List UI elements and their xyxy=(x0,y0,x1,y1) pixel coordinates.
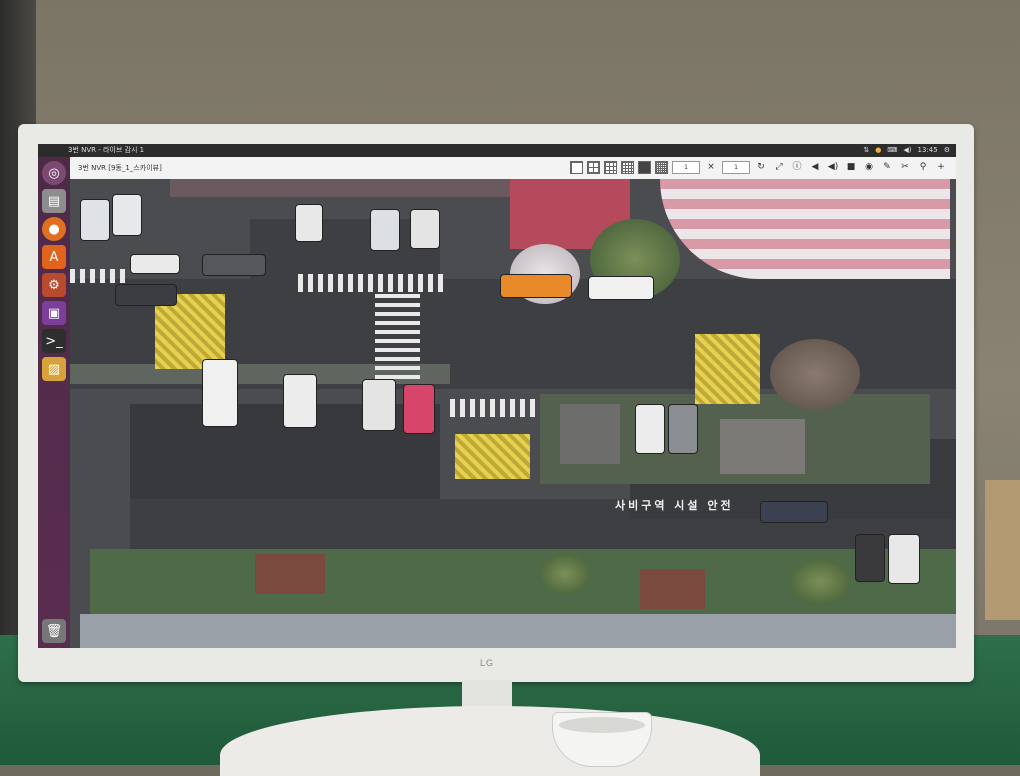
car xyxy=(112,194,142,236)
crosswalk-left xyxy=(70,269,130,283)
chrome-icon[interactable]: ● xyxy=(875,144,881,157)
clock[interactable]: 13:45 xyxy=(918,144,938,157)
tree xyxy=(770,339,860,409)
cardboard-box xyxy=(985,480,1020,620)
image-viewer-icon[interactable]: ▨ xyxy=(42,357,66,381)
taxi xyxy=(500,274,572,298)
roof-left xyxy=(255,554,325,594)
ubuntu-dash-icon[interactable]: ◎ xyxy=(42,161,66,185)
terminal-icon[interactable]: >_ xyxy=(42,329,66,353)
layout-4x4-icon[interactable] xyxy=(621,160,634,174)
add-icon[interactable]: + xyxy=(934,160,948,174)
os-top-bar: 3번 NVR - 라이브 감시 1 ⇅ ● ⌨ ◀) 13:45 ⚙ xyxy=(38,144,956,157)
bottom-buildings xyxy=(80,614,956,648)
app-icon[interactable]: ▣ xyxy=(42,301,66,325)
camera-feed[interactable]: 사비구역 시설 안전 xyxy=(70,179,956,648)
gear-icon[interactable]: ⚙ xyxy=(944,144,950,157)
yellow-zone-center xyxy=(455,434,530,479)
tree xyxy=(790,559,850,604)
launcher-sidebar: ◎ ▤ ● A ⚙ ▣ >_ ▨ 🗑 xyxy=(38,157,70,648)
snapshot-icon[interactable]: ◉ xyxy=(862,160,876,174)
software-center-icon[interactable]: A xyxy=(42,245,66,269)
crosswalk-top xyxy=(298,274,448,292)
network-icon[interactable]: ⇅ xyxy=(863,144,869,157)
layout-grid-icon[interactable] xyxy=(655,160,668,174)
car xyxy=(283,374,317,428)
car xyxy=(362,379,396,431)
car xyxy=(403,384,435,434)
car xyxy=(888,534,920,584)
settings-tool-icon[interactable]: ✂ xyxy=(898,160,912,174)
layout-2x2-icon[interactable] xyxy=(587,160,600,174)
storefront-strip xyxy=(170,179,520,197)
keyboard-icon[interactable]: ⌨ xyxy=(887,144,897,157)
car xyxy=(588,276,654,300)
system-tray: ⇅ ● ⌨ ◀) 13:45 ⚙ xyxy=(863,144,950,157)
ptz-icon[interactable]: ✎ xyxy=(880,160,894,174)
car xyxy=(130,254,180,274)
car xyxy=(370,209,400,251)
layout-custom-icon[interactable] xyxy=(638,160,651,174)
car xyxy=(668,404,698,454)
car xyxy=(760,501,828,523)
car xyxy=(80,199,110,241)
files-icon[interactable]: ▤ xyxy=(42,189,66,213)
road-marking-text: 사비구역 시설 안전 xyxy=(615,499,734,512)
truck xyxy=(202,359,238,427)
monitor-brand-logo: LG xyxy=(480,658,495,668)
layout-3x3-icon[interactable] xyxy=(604,160,617,174)
trash-icon[interactable]: 🗑 xyxy=(42,619,66,643)
crosswalk-vertical xyxy=(375,294,420,379)
audio-icon[interactable]: ◀ xyxy=(808,160,822,174)
settings-icon[interactable]: ⚙ xyxy=(42,273,66,297)
roof-right xyxy=(640,569,705,609)
fullscreen-icon[interactable]: ⤢ xyxy=(772,160,786,174)
yellow-zone-right xyxy=(695,334,760,404)
striped-dome-building xyxy=(660,179,950,279)
car xyxy=(202,254,266,276)
layout-separator: × xyxy=(707,162,715,172)
tree xyxy=(540,554,590,594)
volume-icon[interactable]: ◀) xyxy=(903,144,911,157)
window-title: 3번 NVR - 라이브 감시 1 xyxy=(68,146,145,154)
nvr-toolbar: 3번 NVR [9동_1_스카이뷰] 1 × 1 ↻ ⤢ ⓘ ◀ ◀) ■ ◉ … xyxy=(70,157,956,180)
car xyxy=(855,534,885,582)
refresh-icon[interactable]: ↻ xyxy=(754,160,768,174)
camera-title: 3번 NVR [9동_1_스카이뷰] xyxy=(78,164,162,172)
car xyxy=(115,284,177,306)
layout-1x1-icon[interactable] xyxy=(570,160,583,174)
layout-cols-input[interactable]: 1 xyxy=(722,160,750,174)
small-building xyxy=(720,419,805,474)
zoom-icon[interactable]: ⚲ xyxy=(916,160,930,174)
crosswalk-middle xyxy=(450,399,535,417)
volume-icon[interactable]: ◀) xyxy=(826,160,840,174)
record-icon[interactable]: ■ xyxy=(844,160,858,174)
car xyxy=(295,204,323,242)
toolbar-buttons: 1 × 1 ↻ ⤢ ⓘ ◀ ◀) ■ ◉ ✎ ✂ ⚲ + xyxy=(570,160,948,174)
layout-rows-input[interactable]: 1 xyxy=(672,160,700,174)
car xyxy=(635,404,665,454)
firefox-icon[interactable]: ● xyxy=(42,217,66,241)
car xyxy=(410,209,440,249)
info-icon[interactable]: ⓘ xyxy=(790,160,804,174)
screen: 3번 NVR - 라이브 감시 1 ⇅ ● ⌨ ◀) 13:45 ⚙ ◎ ▤ ●… xyxy=(38,144,956,648)
guard-booth xyxy=(560,404,620,464)
